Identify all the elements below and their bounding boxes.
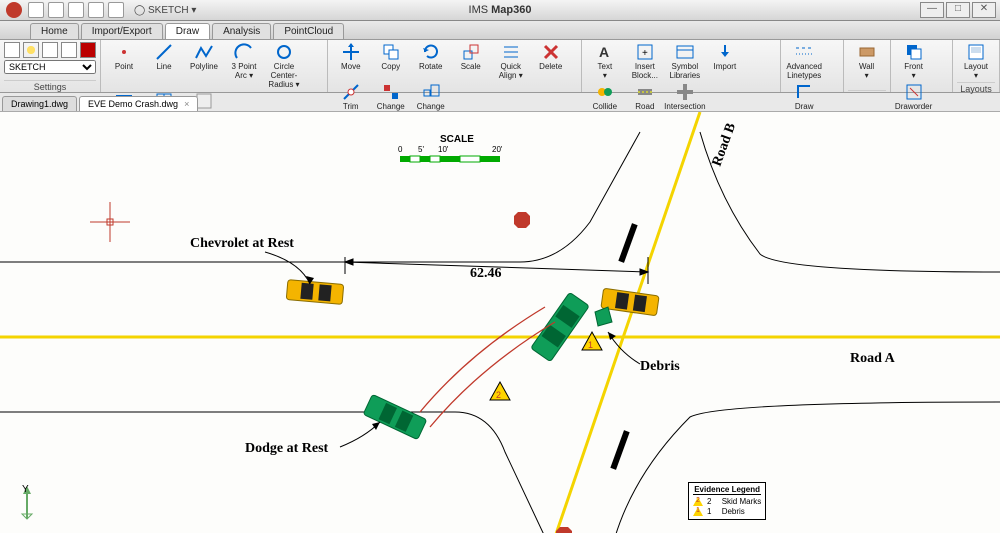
evidence-marker-1: 1: [582, 332, 602, 350]
panel-advanced: AdvancedLinetypesDrawOrthogonal Advanced: [781, 40, 843, 92]
svg-text:SCALE: SCALE: [440, 134, 474, 145]
scale-button[interactable]: Scale: [452, 42, 490, 80]
layout-button[interactable]: Layout▾: [957, 42, 995, 80]
debris-label: Debris: [640, 359, 680, 374]
svg-text:2: 2: [496, 390, 501, 400]
copy-button[interactable]: Copy: [372, 42, 410, 80]
text-button[interactable]: AText▾: [586, 42, 624, 80]
layer-freeze-icon[interactable]: [42, 42, 58, 58]
layer-dropdown[interactable]: SKETCH: [4, 60, 96, 74]
import-button[interactable]: Import: [706, 42, 744, 80]
svg-text:+: +: [642, 48, 648, 59]
ucs-axis-icon: Y: [12, 484, 42, 527]
layer-visible-icon[interactable]: [23, 42, 39, 58]
maximize-button[interactable]: □: [946, 2, 970, 18]
circle-button[interactable]: CircleCenter-Radius ▾: [265, 42, 303, 89]
3point-arc-button[interactable]: 3 PointArc ▾: [225, 42, 263, 89]
minimize-button[interactable]: —: [920, 2, 944, 18]
scene-svg: Road A Road B 2 1: [0, 112, 1000, 533]
panel-draw: PointLinePolyline3 PointArc ▾CircleCente…: [101, 40, 328, 92]
insert-block-button[interactable]: +InsertBlock...: [626, 42, 664, 80]
panel-edit: MoveCopyRotateScaleQuickAlign ▾DeleteTri…: [328, 40, 582, 92]
tab-import-export[interactable]: Import/Export: [81, 23, 163, 39]
window-controls: — □ ✕: [920, 2, 996, 18]
panel-draworder: Front▾DraworderWizard Draw Order: [891, 40, 953, 92]
delete-button[interactable]: Delete: [532, 42, 570, 80]
panel-insert: AText▾+InsertBlock...SymbolLibrariesImpo…: [582, 40, 781, 92]
svg-text:1: 1: [588, 340, 593, 350]
qat-layer-label: SKETCH: [148, 5, 189, 16]
qat-redo-icon[interactable]: [108, 2, 124, 18]
close-button[interactable]: ✕: [972, 2, 996, 18]
road-b-label: Road B: [710, 121, 739, 168]
dodge-label: Dodge at Rest: [245, 441, 329, 456]
tab-pointcloud[interactable]: PointCloud: [273, 23, 344, 39]
qat-open-icon[interactable]: [48, 2, 64, 18]
advanced-linetypes-button[interactable]: AdvancedLinetypes: [785, 42, 823, 80]
polyline-button[interactable]: Polyline: [185, 42, 223, 89]
qat-save-icon[interactable]: [68, 2, 84, 18]
chevrolet-label: Chevrolet at Rest: [190, 236, 294, 251]
rotate-button[interactable]: Rotate: [412, 42, 450, 80]
doctab-2[interactable]: EVE Demo Crash.dwg×: [79, 96, 198, 111]
quick-access-toolbar: ◯ SKETCH ▾: [28, 2, 196, 18]
dimension-label: 62.46: [470, 266, 502, 281]
close-icon[interactable]: ×: [184, 99, 189, 109]
ribbon-tabs: Home Import/Export Draw Analysis PointCl…: [0, 21, 1000, 40]
svg-text:0: 0: [398, 145, 403, 154]
evidence-marker-2: 2: [490, 382, 510, 400]
quick-align-button[interactable]: QuickAlign ▾: [492, 42, 530, 80]
svg-text:A: A: [599, 44, 609, 60]
road-a-label: Road A: [850, 351, 896, 366]
front-button[interactable]: Front▾: [895, 42, 933, 80]
panel-wall: Wall▾: [844, 40, 891, 92]
svg-text:Y: Y: [22, 484, 29, 495]
tab-draw[interactable]: Draw: [165, 23, 210, 39]
drawing-canvas[interactable]: Road A Road B 2 1: [0, 112, 1000, 533]
svg-text:20': 20': [492, 145, 503, 154]
panel-layouts: Layout▾ Layouts: [953, 40, 1000, 92]
doctab-1[interactable]: Drawing1.dwg: [2, 96, 77, 111]
svg-text:10': 10': [438, 145, 449, 154]
layer-icon[interactable]: [4, 42, 20, 58]
line-button[interactable]: Line: [145, 42, 183, 89]
tab-analysis[interactable]: Analysis: [212, 23, 271, 39]
tab-home[interactable]: Home: [30, 23, 79, 39]
svg-text:5': 5': [418, 145, 424, 154]
title-bar: ◯ SKETCH ▾ IMS Map360 — □ ✕: [0, 0, 1000, 21]
symbol-libraries-button[interactable]: SymbolLibraries: [666, 42, 704, 80]
qat-undo-icon[interactable]: [88, 2, 104, 18]
layer-color-icon[interactable]: [80, 42, 96, 58]
panel-layers: SKETCH Settings: [0, 40, 101, 92]
move-button[interactable]: Move: [332, 42, 370, 80]
evidence-legend: Evidence Legend 22 Skid Marks 11 Debris: [688, 482, 766, 520]
window-title: IMS Map360: [469, 4, 532, 16]
qat-new-icon[interactable]: [28, 2, 44, 18]
wall-button[interactable]: Wall▾: [848, 42, 886, 80]
ribbon: SKETCH Settings PointLinePolyline3 Point…: [0, 40, 1000, 93]
point-button[interactable]: Point: [105, 42, 143, 89]
layer-lock-icon[interactable]: [61, 42, 77, 58]
app-logo-icon: [6, 2, 22, 18]
panel-layers-footer: Settings: [4, 80, 96, 92]
